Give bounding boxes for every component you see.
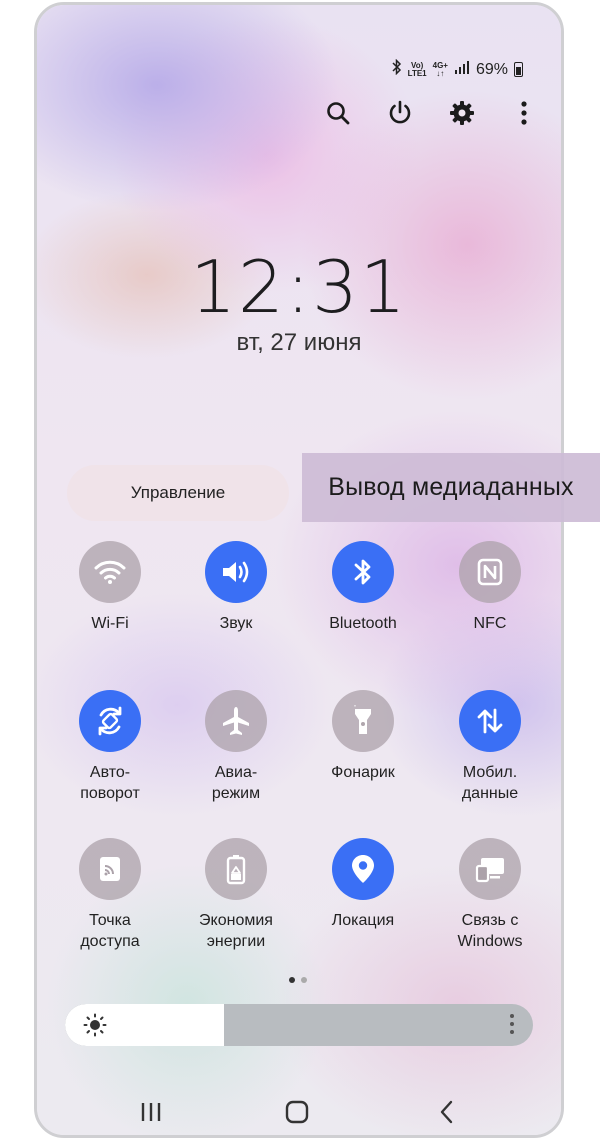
page-dot-active[interactable]	[289, 977, 295, 983]
power-icon	[389, 100, 411, 124]
tile-mobile-data[interactable]: Мобил. данные	[430, 690, 550, 804]
tile-label: Точка доступа	[80, 912, 140, 950]
page-dot[interactable]	[301, 977, 307, 983]
more-vert-icon	[510, 1014, 514, 1034]
tile-wifi-button[interactable]	[79, 541, 141, 603]
nfc-icon	[477, 558, 503, 586]
search-icon	[327, 102, 350, 125]
tile-sound[interactable]: Звук	[176, 541, 296, 634]
tile-label: Авиа-режим	[211, 764, 261, 802]
hotspot-icon	[100, 857, 120, 881]
network-indicator: 4G+ ↓↑	[432, 60, 448, 78]
quick-panel: Vo) LTE1 4G+ ↓↑ 69% 12:31 вт, 27 июня Уп…	[37, 5, 561, 1135]
tile-label: Фонарик	[331, 764, 395, 781]
tile-wifi[interactable]: Wi-Fi	[50, 541, 170, 634]
tile-mobile-data-button[interactable]	[459, 690, 521, 752]
battery-icon	[514, 62, 523, 77]
gear-icon	[450, 101, 474, 125]
signal-icon	[454, 60, 470, 79]
tile-airplane-button[interactable]	[205, 690, 267, 752]
back-button[interactable]	[427, 1097, 467, 1127]
battery-percent: 69%	[475, 60, 508, 78]
tile-label: Экономия энергии	[199, 912, 273, 950]
tile-link-windows[interactable]: Связь с Windows	[430, 838, 550, 952]
tile-link-windows-button[interactable]	[459, 838, 521, 900]
tile-power-saving-button[interactable]	[205, 838, 267, 900]
navigation-bar	[37, 1097, 561, 1127]
tile-label: Авто-поворот	[80, 764, 140, 802]
tile-sound-button[interactable]	[205, 541, 267, 603]
settings-button[interactable]	[431, 97, 493, 129]
tile-location-button[interactable]	[332, 838, 394, 900]
tile-airplane[interactable]: Авиа-режим	[176, 690, 296, 804]
link-windows-icon	[475, 858, 504, 883]
tile-label: Звук	[219, 615, 253, 632]
flashlight-icon	[354, 705, 371, 734]
phone-frame: Vo) LTE1 4G+ ↓↑ 69% 12:31 вт, 27 июня Уп…	[34, 2, 564, 1138]
tile-flashlight-button[interactable]	[332, 690, 394, 752]
power-button[interactable]	[369, 97, 431, 129]
tile-bluetooth-button[interactable]	[332, 541, 394, 603]
volume-icon	[223, 561, 249, 583]
more-vert-icon	[521, 101, 527, 125]
tile-label: Wi-Fi	[91, 615, 129, 632]
recents-icon	[141, 1103, 161, 1121]
tile-auto-rotate[interactable]: Авто-поворот	[50, 690, 170, 804]
tile-power-saving[interactable]: Экономия энергии	[176, 838, 296, 952]
tab-media-output-callout[interactable]: Вывод медиаданных	[302, 453, 600, 522]
tile-label: Мобил. данные	[461, 764, 519, 802]
tile-hotspot-button[interactable]	[79, 838, 141, 900]
mobile-data-icon	[477, 708, 503, 734]
tile-bluetooth[interactable]: Bluetooth	[303, 541, 423, 634]
tile-auto-rotate-button[interactable]	[79, 690, 141, 752]
tile-flashlight[interactable]: Фонарик	[303, 690, 423, 783]
top-actions	[307, 97, 555, 129]
tile-location[interactable]: Локация	[303, 838, 423, 931]
tile-label: NFC	[473, 615, 507, 632]
bluetooth-icon	[354, 559, 371, 585]
sun-icon	[83, 1013, 107, 1042]
brightness-slider[interactable]	[65, 1004, 533, 1046]
tile-nfc-button[interactable]	[459, 541, 521, 603]
location-icon	[352, 855, 374, 883]
home-button[interactable]	[277, 1097, 317, 1127]
page-indicator	[289, 977, 307, 983]
status-bar: Vo) LTE1 4G+ ↓↑ 69%	[392, 58, 523, 80]
back-icon	[440, 1100, 453, 1124]
clock-time: 12:31	[190, 245, 408, 329]
tile-nfc[interactable]: NFC	[430, 541, 550, 634]
tile-label: Локация	[331, 912, 395, 929]
home-icon	[285, 1100, 309, 1124]
tile-hotspot[interactable]: Точка доступа	[50, 838, 170, 952]
brightness-more-button[interactable]	[509, 1012, 515, 1041]
volte-indicator: Vo) LTE1	[407, 60, 427, 78]
recent-apps-button[interactable]	[131, 1097, 171, 1127]
tile-label: Bluetooth	[329, 615, 397, 632]
clock-date: вт, 27 июня	[236, 329, 362, 356]
wifi-icon	[94, 560, 126, 584]
search-button[interactable]	[307, 97, 369, 129]
tile-label: Связь с Windows	[457, 912, 523, 950]
more-options-button[interactable]	[493, 97, 555, 129]
tab-device-control[interactable]: Управление	[67, 465, 289, 521]
airplane-icon	[223, 707, 249, 735]
auto-rotate-icon	[98, 706, 122, 736]
bluetooth-status-icon	[392, 58, 402, 80]
battery-saver-icon	[226, 855, 246, 885]
